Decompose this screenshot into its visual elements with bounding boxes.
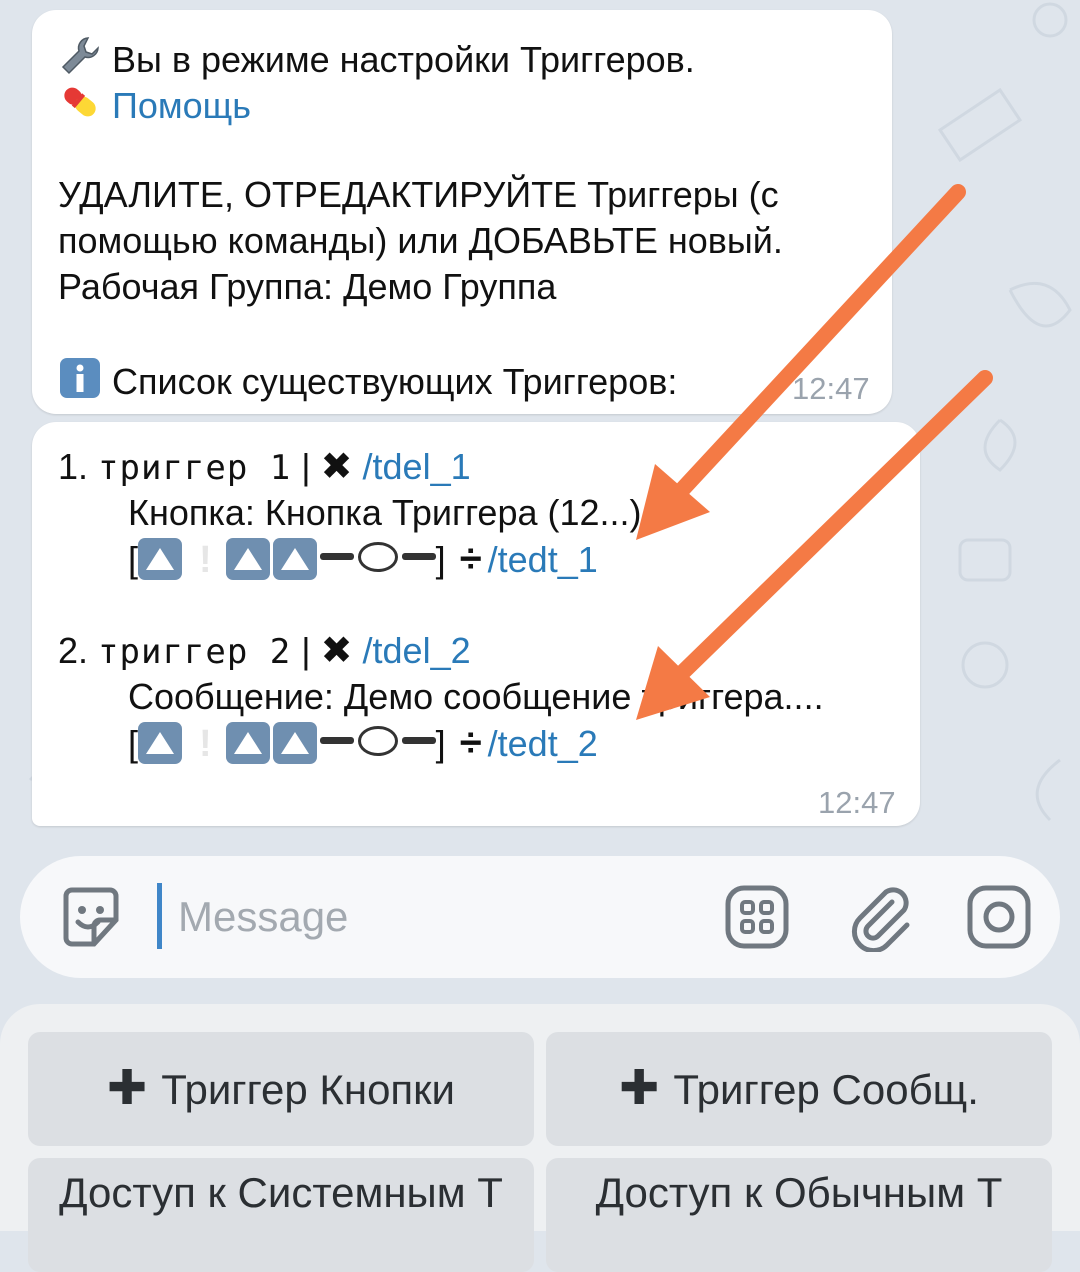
speech-icon bbox=[357, 726, 398, 756]
pill-icon bbox=[58, 80, 102, 135]
add-button-trigger-button[interactable]: ✚ Триггер Кнопки bbox=[28, 1032, 534, 1146]
button-label: Доступ к Обычным Т bbox=[595, 1169, 1003, 1216]
dash-icon bbox=[401, 553, 436, 560]
plus-icon: ✚ bbox=[106, 1062, 148, 1115]
speech-icon bbox=[357, 542, 398, 572]
message-input-bar bbox=[20, 856, 1060, 978]
system-triggers-access-button[interactable]: Доступ к Системным Т bbox=[28, 1158, 534, 1272]
separator: | bbox=[301, 446, 311, 487]
edit-trigger-2-link[interactable]: /tedt_2 bbox=[488, 723, 598, 764]
trigger-name: триггер 1 bbox=[98, 448, 292, 488]
message-line: Список существующих Триггеров: bbox=[58, 356, 677, 411]
up-arrow-icon bbox=[138, 538, 183, 580]
up-arrow-icon bbox=[272, 538, 317, 580]
up-arrow-icon bbox=[225, 538, 270, 580]
dash-icon bbox=[319, 553, 354, 560]
trigger-number: 1. bbox=[58, 446, 89, 487]
message-bubble-trigger-list: 1. триггер 1 | ✖ /tdel_1 Кнопка: Кнопка … bbox=[32, 422, 920, 826]
camera-icon[interactable] bbox=[964, 882, 1034, 952]
up-arrow-icon bbox=[225, 722, 270, 764]
text-caret bbox=[157, 883, 162, 949]
trigger-item-1-header: 1. триггер 1 | ✖ /tdel_1 bbox=[58, 444, 471, 491]
trigger-list-heading: Список существующих Триггеров: bbox=[112, 361, 678, 402]
working-group-line: Рабочая Группа: Демо Группа bbox=[58, 266, 557, 307]
up-arrow-icon bbox=[138, 722, 183, 764]
info-icon bbox=[58, 356, 102, 411]
trigger-2-flags: [!] ÷/tedt_2 bbox=[128, 720, 598, 767]
message-timestamp: 12:47 bbox=[818, 785, 896, 820]
attach-icon[interactable] bbox=[846, 882, 916, 954]
add-message-trigger-button[interactable]: ✚ Триггер Сообщ. bbox=[546, 1032, 1052, 1146]
trigger-1-detail: Кнопка: Кнопка Триггера (12...) bbox=[128, 492, 642, 533]
bracket-open: [ bbox=[128, 539, 139, 580]
button-label: Доступ к Системным Т bbox=[59, 1169, 503, 1216]
trigger-name: триггер 2 bbox=[98, 632, 292, 672]
delete-trigger-2-link[interactable]: /tdel_2 bbox=[363, 630, 471, 671]
bot-commands-icon[interactable] bbox=[722, 882, 792, 952]
edit-trigger-1-link[interactable]: /tedt_1 bbox=[488, 539, 598, 580]
regular-triggers-access-button[interactable]: Доступ к Обычным Т bbox=[546, 1158, 1052, 1272]
button-label: Триггер Сообщ. bbox=[673, 1066, 979, 1113]
plus-icon: ✚ bbox=[619, 1062, 660, 1115]
trigger-1-flags: [!] ÷/tedt_1 bbox=[128, 536, 598, 583]
message-input[interactable] bbox=[178, 886, 698, 948]
trigger-number: 2. bbox=[58, 630, 89, 671]
delete-trigger-1-link[interactable]: /tdel_1 bbox=[363, 446, 471, 487]
trigger-item-2-header: 2. триггер 2 | ✖ /tdel_2 bbox=[58, 628, 471, 675]
message-timestamp: 12:47 bbox=[792, 371, 870, 406]
help-link[interactable]: Помощь bbox=[112, 85, 251, 126]
instruction-line-2: помощью команды) или ДОБАВЬТЕ новый. bbox=[58, 220, 783, 261]
exclamation-icon: ! bbox=[199, 723, 212, 765]
message-line: Помощь bbox=[58, 80, 251, 135]
bot-keyboard: ✚ Триггер Кнопки ✚ Триггер Сообщ. Доступ к… bbox=[0, 1004, 1080, 1272]
bracket-open: [ bbox=[128, 723, 139, 764]
dash-icon bbox=[319, 737, 354, 744]
divide-icon: ÷ bbox=[459, 721, 482, 765]
instruction-line-1: УДАЛИТЕ, ОТРЕДАКТИРУЙТЕ Триггеры (с bbox=[58, 174, 779, 215]
button-label: Триггер Кнопки bbox=[161, 1066, 456, 1113]
bracket-close: ] bbox=[435, 723, 446, 764]
mode-text: Вы в режиме настройки Триггеров. bbox=[112, 39, 695, 80]
bracket-close: ] bbox=[435, 539, 446, 580]
exclamation-icon: ! bbox=[199, 539, 212, 581]
separator: | bbox=[301, 630, 311, 671]
sticker-icon[interactable] bbox=[56, 882, 126, 952]
divide-icon: ÷ bbox=[459, 537, 482, 581]
trigger-2-detail: Сообщение: Демо сообщение триггера.... bbox=[128, 676, 824, 717]
up-arrow-icon bbox=[272, 722, 317, 764]
message-bubble-settings: Вы в режиме настройки Триггеров. Помощь … bbox=[32, 10, 892, 414]
dash-icon bbox=[401, 737, 436, 744]
cross-icon: ✖ bbox=[320, 446, 353, 488]
cross-icon: ✖ bbox=[320, 630, 353, 672]
